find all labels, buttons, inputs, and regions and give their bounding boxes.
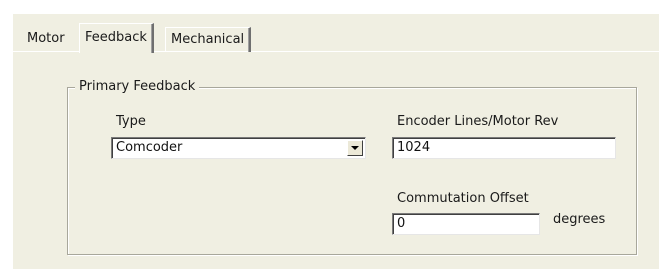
type-dropdown-button[interactable] bbox=[347, 140, 363, 156]
group-title: Primary Feedback bbox=[75, 78, 200, 96]
tab-motor[interactable]: Motor bbox=[22, 27, 70, 51]
encoder-lines-input[interactable]: 1024 bbox=[392, 137, 616, 159]
chevron-down-icon bbox=[351, 146, 359, 150]
commutation-offset-input[interactable]: 0 bbox=[392, 213, 540, 235]
page: Motor Feedback Mechanical Primary Feedba… bbox=[0, 0, 670, 271]
type-select-value: Comcoder bbox=[116, 140, 183, 155]
type-label: Type bbox=[116, 114, 146, 129]
commutation-offset-label: Commutation Offset bbox=[397, 191, 529, 206]
tab-mechanical[interactable]: Mechanical bbox=[165, 27, 252, 52]
tab-feedback[interactable]: Feedback bbox=[79, 23, 154, 53]
degrees-unit-label: degrees bbox=[553, 212, 606, 227]
type-select[interactable]: Comcoder bbox=[111, 137, 366, 159]
encoder-lines-label: Encoder Lines/Motor Rev bbox=[397, 114, 559, 129]
